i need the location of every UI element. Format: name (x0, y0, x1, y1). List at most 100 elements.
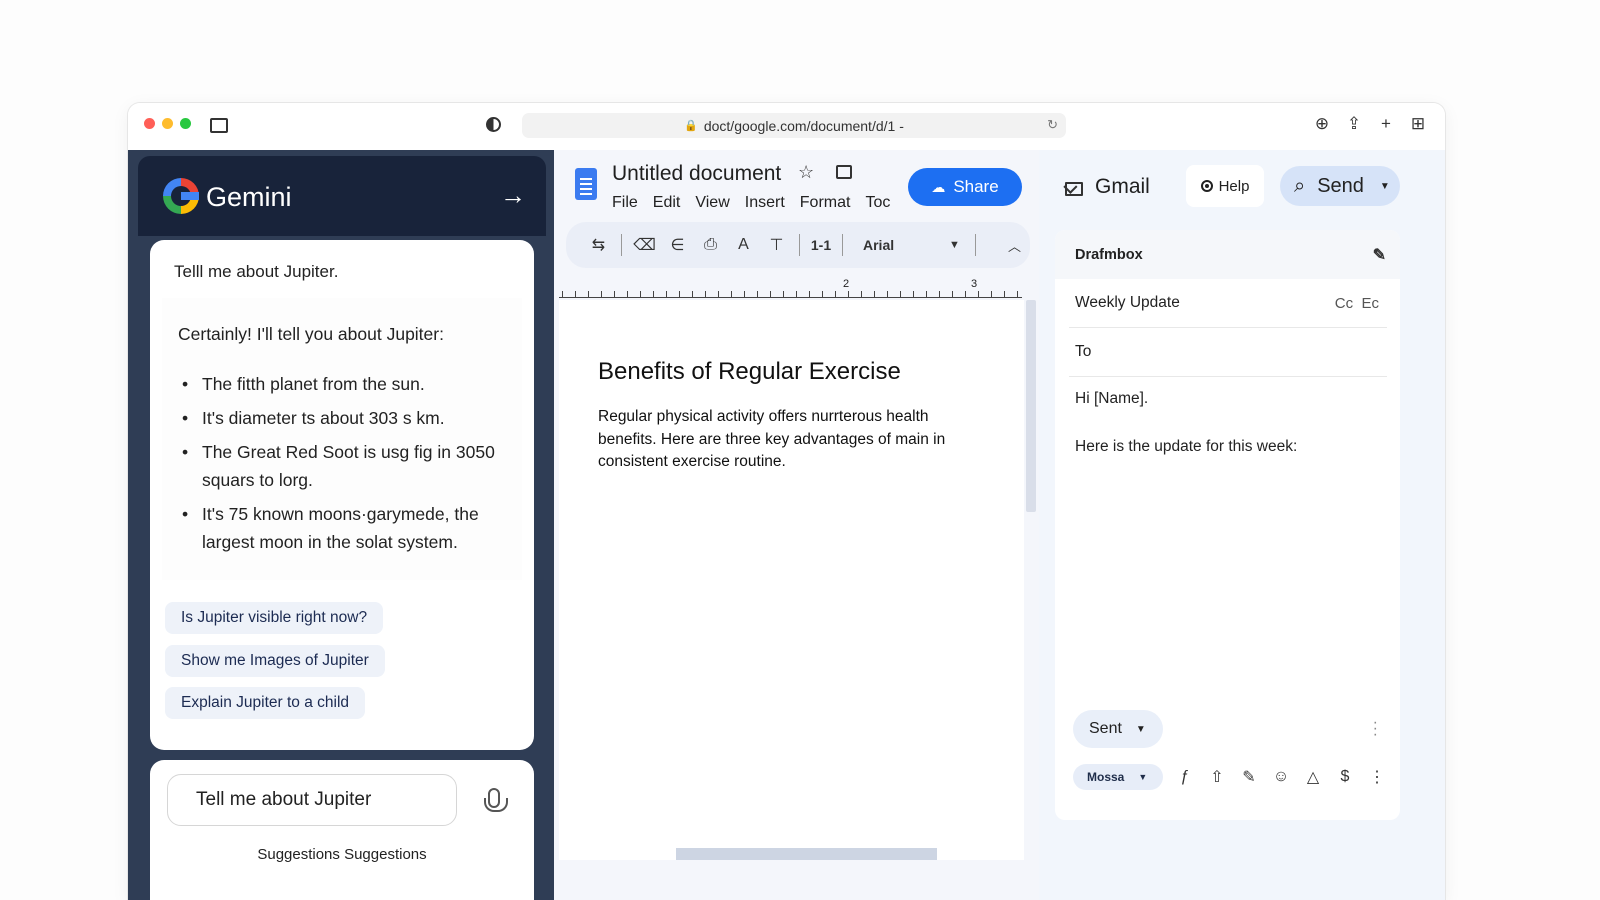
help-icon (1200, 180, 1213, 192)
draft-label: Drafmbox (1075, 246, 1143, 263)
font-select[interactable]: Arial (849, 237, 949, 253)
chevron-down-icon: ▼ (1138, 772, 1148, 782)
search-icon: ⌕ (1294, 174, 1306, 197)
minimize-window-button[interactable] (162, 118, 173, 129)
browser-window: 🔒 doct/google.com/document/d/1 - ↻ ⊕ ⇪ +… (128, 103, 1445, 900)
share-icon[interactable]: ⇪ (1345, 114, 1363, 133)
attach-file-icon[interactable]: ⇧ (1207, 767, 1227, 787)
undo-redo-icon[interactable]: ⇆ (582, 235, 615, 255)
ruler-label: 3 (970, 278, 979, 290)
send-label: Send (1317, 174, 1364, 197)
share-button[interactable]: ☁ Share (908, 168, 1022, 206)
share-label: Share (953, 177, 999, 196)
bcc-label[interactable]: Ec (1361, 295, 1379, 312)
browser-actions: ⊕ ⇪ + ⊞ (1313, 114, 1427, 133)
user-prompt: Telll me about Jupiter. (174, 262, 339, 281)
more-vertical-icon[interactable]: · · · (1373, 715, 1378, 743)
suggestion-chip[interactable]: Explain Jupiter to a child (165, 687, 366, 719)
strikethrough-icon[interactable]: ∈ (661, 235, 694, 255)
tab-overview-icon[interactable]: ⊞ (1409, 114, 1427, 133)
url-text: doct/google.com/document/d/1 - (703, 117, 904, 134)
to-label: To (1075, 343, 1092, 360)
prompt-input[interactable]: Tell me about Jupiter (167, 774, 457, 826)
ruler[interactable]: 2 3 (559, 278, 1022, 298)
ruler-label: 2 (842, 278, 851, 290)
docs-panel: Untitled document ☆ File Edit View Inser… (554, 150, 1039, 900)
pencil-icon[interactable]: ✎ (1373, 245, 1386, 265)
email-greeting[interactable]: Hi [Name]. (1075, 390, 1148, 408)
list-item: The Great Red Soot is usg fig in 3050 sq… (180, 438, 510, 494)
compose-toolbar: Mossa ▼ ƒ ⇧ ✎ ☺ △ $ ⋮ (1073, 764, 1387, 790)
vertical-scrollbar[interactable] (1026, 300, 1036, 512)
gmail-panel: Gmail Help ⌕ Send ▼ Drafmbox ✎ Weekly Up… (1039, 150, 1445, 900)
suggestion-chip[interactable]: Show me Images of Jupiter (165, 645, 385, 677)
account-select[interactable]: Mossa ▼ (1073, 764, 1163, 790)
font-dropdown-icon[interactable]: ▼ (949, 239, 969, 251)
zoom-select[interactable]: 1-1 (806, 237, 836, 253)
help-label: Help (1218, 177, 1250, 195)
more-options-icon[interactable]: ⋮ (1367, 767, 1387, 787)
menu-insert[interactable]: Insert (745, 194, 785, 212)
zoom-window-button[interactable] (180, 118, 191, 129)
mail-icon (1065, 182, 1083, 196)
new-tab-icon[interactable]: + (1377, 114, 1395, 133)
sent-select[interactable]: Sent ▼ (1073, 710, 1163, 748)
chevron-up-icon[interactable]: ︿ (1008, 236, 1021, 255)
suggestion-chip[interactable]: Is Jupiter visible right now? (165, 602, 384, 634)
dollar-icon[interactable]: $ (1335, 768, 1355, 786)
menu-edit[interactable]: Edit (653, 194, 681, 212)
paint-format-icon[interactable]: ⊤ (760, 235, 793, 255)
format-text-icon[interactable]: ƒ (1175, 768, 1195, 786)
download-icon[interactable]: ⊕ (1313, 114, 1331, 133)
menu-view[interactable]: View (695, 194, 729, 212)
docs-logo-icon[interactable] (575, 168, 597, 200)
docs-menu-bar: File Edit View Insert Format Toc (612, 194, 890, 212)
account-label: Mossa (1087, 770, 1125, 784)
prompt-input-card: Tell me about Jupiter Suggestions Sugges… (150, 760, 534, 900)
menu-file[interactable]: File (612, 194, 638, 212)
browser-titlebar: 🔒 doct/google.com/document/d/1 - ↻ ⊕ ⇪ +… (128, 103, 1445, 150)
document-title[interactable]: Untitled document (612, 162, 781, 186)
cc-bcc-toggle[interactable]: Cc Ec (1335, 295, 1379, 312)
response-list: The fitth planet from the sun. It's diam… (180, 370, 510, 562)
sidebar-toggle-icon[interactable] (210, 118, 228, 133)
reload-icon[interactable]: ↻ (1047, 117, 1058, 133)
toolbar-divider (842, 234, 843, 256)
toolbar-divider (799, 234, 800, 256)
email-body-line[interactable]: Here is the update for this week: (1075, 438, 1297, 456)
compose-header: Drafmbox ✎ (1055, 230, 1400, 279)
drive-icon[interactable]: △ (1303, 767, 1323, 787)
help-button[interactable]: Help (1186, 165, 1264, 207)
arrow-right-icon[interactable]: → (500, 180, 526, 211)
toolbar-divider (621, 234, 622, 256)
subject-text: Weekly Update (1075, 294, 1180, 311)
chevron-down-icon: ▼ (1135, 723, 1146, 735)
contrast-icon[interactable] (486, 117, 501, 132)
suggestions-label: Suggestions Suggestions (257, 846, 427, 863)
move-to-folder-icon[interactable] (836, 165, 852, 179)
document-page[interactable]: Benefits of Regular Exercise Regular phy… (559, 300, 1024, 860)
menu-toc[interactable]: Toc (865, 194, 890, 212)
subject-field[interactable]: Weekly Update Cc Ec (1069, 279, 1387, 328)
address-bar[interactable]: 🔒 doct/google.com/document/d/1 - ↻ (522, 113, 1066, 138)
to-field[interactable]: To (1069, 328, 1387, 377)
compose-window: Drafmbox ✎ Weekly Update Cc Ec To Hi [Na… (1055, 230, 1400, 820)
toolbar-divider (975, 234, 976, 256)
print-icon[interactable]: ⎙ (694, 236, 727, 254)
cc-label[interactable]: Cc (1335, 295, 1353, 312)
send-button[interactable]: ⌕ Send ▼ (1280, 166, 1400, 206)
microphone-icon[interactable] (484, 788, 508, 812)
chevron-down-icon[interactable]: ▼ (1380, 181, 1390, 192)
docs-toolbar: ⇆ ⌫ ∈ ⎙ A ⊤ 1-1 Arial ▼ ︿ (566, 222, 1030, 268)
document-heading: Benefits of Regular Exercise (598, 358, 901, 385)
close-window-button[interactable] (144, 118, 155, 129)
spellcheck-icon[interactable]: A (727, 236, 760, 254)
menu-format[interactable]: Format (800, 194, 851, 212)
star-icon[interactable]: ☆ (798, 162, 814, 183)
response-box: Certainly! I'll tell you about Jupiter: … (162, 298, 522, 580)
horizontal-scrollbar[interactable] (676, 848, 937, 860)
insert-link-icon[interactable]: ✎ (1239, 767, 1259, 787)
eraser-icon[interactable]: ⌫ (628, 235, 661, 255)
emoji-icon[interactable]: ☺ (1271, 768, 1291, 786)
lock-icon: 🔒 (684, 120, 698, 132)
